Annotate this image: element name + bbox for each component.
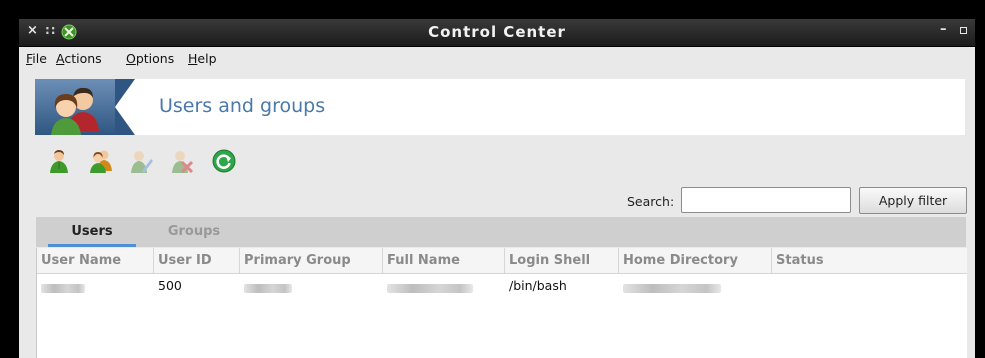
delete-user-icon[interactable] xyxy=(169,149,193,173)
menu-help-mnemonic: H xyxy=(188,51,198,66)
menu-bar: File Actions Options Help xyxy=(19,47,975,69)
edit-user-icon[interactable] xyxy=(129,149,153,173)
header-icon-box xyxy=(35,79,115,135)
add-user-icon[interactable] xyxy=(47,149,71,173)
tab-bar: Users Groups xyxy=(36,217,966,247)
full-name-redacted xyxy=(387,284,473,293)
page-header: Users and groups xyxy=(35,79,965,135)
refresh-icon[interactable] xyxy=(212,149,236,173)
control-center-window: × :: Control Center – File Actions Optio… xyxy=(19,19,975,358)
search-label: Search: xyxy=(627,194,675,209)
title-bar: × :: Control Center – xyxy=(19,19,975,47)
menu-actions-label: ctions xyxy=(64,51,102,66)
active-tab-indicator xyxy=(48,244,136,247)
menu-file-label: ile xyxy=(32,51,47,66)
maximize-button[interactable] xyxy=(960,27,967,34)
primary-group-redacted xyxy=(244,284,292,293)
column-header-primary-group[interactable]: Primary Group xyxy=(240,248,383,273)
column-header-login-shell[interactable]: Login Shell xyxy=(505,248,619,273)
header-notch xyxy=(115,79,135,135)
menu-help-label: elp xyxy=(197,51,217,66)
window-title: Control Center xyxy=(428,23,566,41)
menu-options-mnemonic: O xyxy=(126,51,136,66)
table-row[interactable]: 500 /bin/bash xyxy=(37,275,967,297)
column-header-home-directory[interactable]: Home Directory xyxy=(619,248,772,273)
menu-file[interactable]: File xyxy=(26,51,47,66)
search-input[interactable] xyxy=(681,187,851,213)
page-title: Users and groups xyxy=(159,95,326,117)
menu-options[interactable]: Options xyxy=(126,51,174,66)
home-directory-redacted xyxy=(623,284,721,293)
menu-help[interactable]: Help xyxy=(188,51,217,66)
tab-groups[interactable]: Groups xyxy=(154,217,234,247)
login-shell-cell: /bin/bash xyxy=(509,278,567,293)
column-header-full-name[interactable]: Full Name xyxy=(383,248,505,273)
column-header-user-id[interactable]: User ID xyxy=(154,248,240,273)
table-header: User Name User ID Primary Group Full Nam… xyxy=(37,248,967,274)
add-group-icon[interactable] xyxy=(89,149,113,173)
apply-filter-button[interactable]: Apply filter xyxy=(859,187,967,214)
users-table[interactable]: User Name User ID Primary Group Full Nam… xyxy=(36,248,967,358)
tab-users[interactable]: Users xyxy=(48,217,136,247)
column-header-status[interactable]: Status xyxy=(772,248,967,273)
user-name-redacted xyxy=(41,284,85,293)
minimize-button[interactable]: – xyxy=(940,22,947,37)
menu-options-label: ptions xyxy=(135,51,175,66)
users-groups-icon xyxy=(51,87,99,135)
menu-actions[interactable]: Actions xyxy=(56,51,102,66)
user-id-cell: 500 xyxy=(158,278,182,293)
column-header-user-name[interactable]: User Name xyxy=(37,248,154,273)
